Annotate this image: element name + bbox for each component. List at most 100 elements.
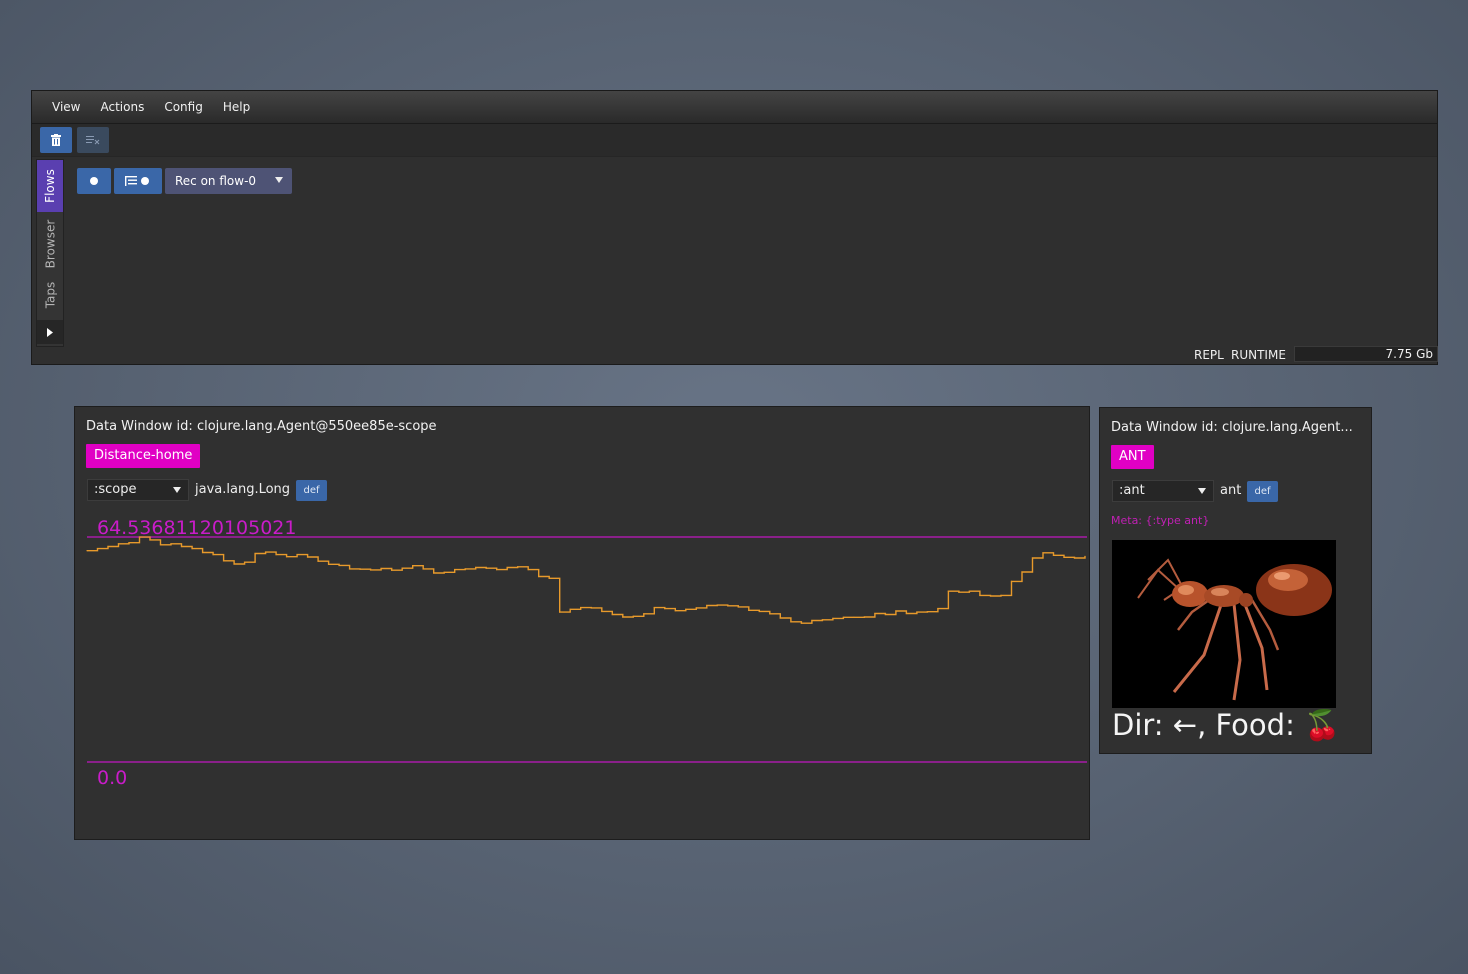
ant-key-select[interactable]: :ant	[1112, 480, 1214, 502]
record-tree-button[interactable]	[114, 168, 162, 194]
record-button[interactable]	[77, 168, 111, 194]
data-point	[811, 619, 813, 622]
data-point	[117, 543, 120, 545]
data-point	[884, 613, 887, 616]
data-point	[1010, 580, 1013, 582]
data-point	[874, 612, 876, 615]
data-point	[821, 619, 824, 621]
data-point	[443, 571, 445, 573]
data-point	[317, 560, 319, 562]
ant-type-label: ant	[1220, 483, 1242, 498]
data-point	[254, 552, 256, 555]
record-flow-select[interactable]: Rec on flow-0	[165, 168, 292, 194]
data-point	[275, 554, 277, 556]
data-point	[454, 569, 456, 571]
memory-bar: 7.75 Gb	[1294, 346, 1438, 362]
data-point	[307, 556, 309, 558]
data-point	[916, 611, 918, 613]
ant-key-select-value: :ant	[1119, 483, 1145, 498]
triangle-right-icon	[47, 327, 53, 337]
clear-filters-button[interactable]	[77, 127, 109, 153]
tab-taps[interactable]: Taps	[37, 276, 63, 314]
data-point	[485, 567, 487, 569]
data-point	[926, 611, 929, 613]
data-point	[559, 611, 561, 613]
data-point	[632, 615, 634, 617]
data-point	[233, 563, 235, 565]
tab-flows[interactable]: Flows	[37, 160, 63, 212]
tab-browser[interactable]: Browser	[37, 216, 63, 272]
menubar: View Actions Config Help	[32, 91, 1437, 124]
data-point	[286, 556, 288, 558]
data-point	[853, 616, 855, 618]
data-point	[538, 575, 540, 578]
ant-window-title: Data Window id: clojure.lang.Agent...	[1111, 420, 1353, 435]
data-point	[296, 554, 298, 556]
data-point	[212, 554, 214, 556]
ant-data-window: Data Window id: clojure.lang.Agent... AN…	[1099, 407, 1372, 754]
data-point	[947, 590, 950, 592]
record-dot-icon	[90, 177, 98, 185]
data-point	[800, 622, 803, 624]
data-point	[1021, 571, 1023, 573]
data-point	[779, 617, 781, 619]
data-point	[674, 610, 676, 612]
menu-help[interactable]: Help	[213, 100, 260, 114]
data-point	[370, 569, 372, 571]
data-point	[968, 590, 971, 592]
data-point	[979, 594, 981, 596]
clear-button[interactable]	[40, 127, 72, 153]
data-point	[716, 604, 718, 606]
tab-flows-label: Flows	[43, 169, 57, 203]
data-point	[1073, 557, 1076, 559]
toolbar	[32, 124, 1437, 157]
data-point	[569, 608, 571, 610]
data-point	[989, 595, 992, 597]
chevron-down-icon	[275, 177, 283, 183]
data-point	[1042, 552, 1044, 554]
data-point	[244, 561, 246, 563]
data-point	[758, 610, 760, 612]
trash-icon	[51, 134, 61, 146]
data-point	[832, 617, 834, 619]
data-point	[412, 565, 414, 567]
ant-def-button[interactable]: def	[1247, 481, 1278, 502]
data-point	[496, 569, 498, 571]
main-window: View Actions Config Help Flows Browser T…	[31, 90, 1438, 365]
data-point	[223, 560, 225, 562]
data-point	[359, 568, 361, 570]
data-point	[611, 613, 613, 616]
data-point	[695, 607, 697, 609]
data-point	[905, 612, 908, 615]
series-layer	[86, 536, 1086, 624]
ant-tag[interactable]: ANT	[1111, 445, 1154, 469]
data-point	[1000, 594, 1002, 596]
data-point	[1031, 557, 1034, 559]
data-point	[527, 569, 529, 571]
data-point	[191, 548, 193, 550]
record-flow-select-value: Rec on flow-0	[175, 174, 257, 188]
data-point	[601, 610, 603, 612]
data-point	[685, 608, 687, 610]
menu-view[interactable]: View	[42, 100, 90, 114]
data-point	[863, 616, 866, 618]
memory-label: 7.75 Gb	[1385, 347, 1433, 361]
data-point	[128, 542, 130, 544]
data-point	[1084, 555, 1086, 557]
data-point	[622, 616, 624, 618]
data-point	[475, 566, 477, 569]
repl-status: REPL	[1194, 348, 1224, 362]
data-point	[1063, 556, 1065, 558]
data-point	[149, 539, 151, 541]
tab-browser-label: Browser	[43, 219, 58, 269]
ant-image	[1112, 540, 1336, 708]
data-point	[328, 563, 330, 565]
data-point	[737, 606, 739, 608]
data-point	[170, 543, 172, 545]
expand-tabs-button[interactable]	[37, 320, 63, 344]
menu-actions[interactable]: Actions	[90, 100, 154, 114]
data-point	[842, 616, 845, 618]
data-point	[138, 536, 141, 538]
menu-config[interactable]: Config	[154, 100, 213, 114]
data-point	[664, 608, 666, 610]
